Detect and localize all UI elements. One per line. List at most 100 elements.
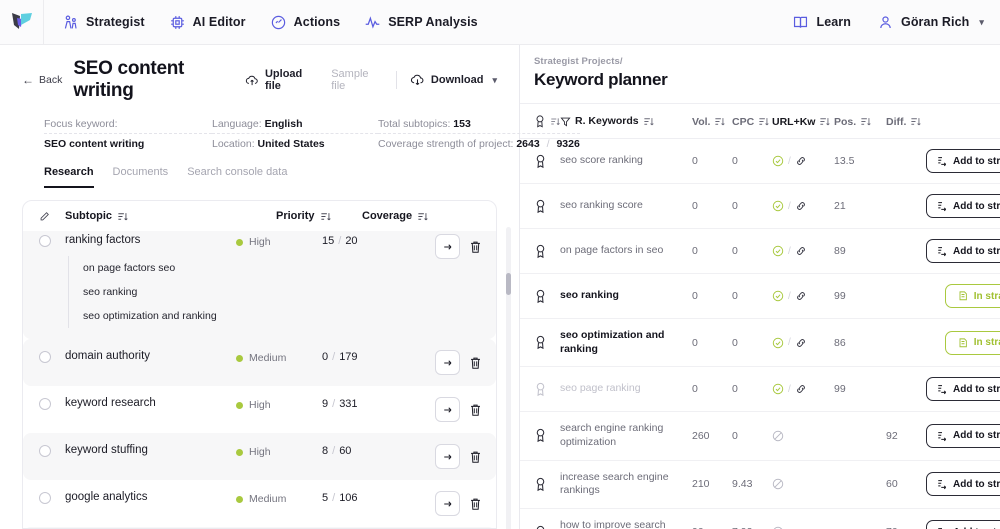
add-to-strategy-button[interactable]: Add to strategy	[926, 194, 1000, 218]
keyword-rank-cell[interactable]	[534, 154, 560, 169]
open-subtopic-button[interactable]	[435, 234, 460, 259]
keyword-rank-cell[interactable]	[534, 525, 560, 529]
table-row[interactable]: keyword research High 9/331	[23, 386, 496, 433]
edit-column-header[interactable]	[39, 211, 65, 222]
list-item[interactable]: on page factors seo	[68, 256, 236, 280]
header-actions: Upload file Sample file Download ▾	[245, 68, 497, 92]
table-row[interactable]: domain authority Medium 0/179	[23, 339, 496, 386]
keyword-action-cell: Add to strategy	[926, 239, 1000, 263]
open-subtopic-button[interactable]	[435, 491, 460, 516]
header-diff[interactable]: Diff.	[886, 116, 926, 128]
add-to-strategy-button[interactable]: Add to strategy	[926, 149, 1000, 173]
learn-button[interactable]: Learn	[792, 14, 851, 31]
keyword-cpc: 0	[732, 383, 738, 396]
nav-label-strategist: Strategist	[86, 15, 145, 29]
table-row[interactable]: meta descriptionsHigh4/348	[23, 527, 496, 528]
strategist-icon	[64, 15, 77, 29]
add-to-strategy-button[interactable]: Add to strategy	[926, 377, 1000, 402]
keyword-position: 21	[834, 200, 846, 212]
header-url-kw[interactable]: URL+Kw	[772, 116, 834, 128]
link-icon	[796, 157, 805, 165]
delete-subtopic-button[interactable]	[469, 450, 482, 464]
delete-subtopic-button[interactable]	[469, 240, 482, 254]
coverage-total: 106	[339, 492, 358, 504]
row-radio[interactable]	[39, 492, 51, 504]
add-to-strategy-button[interactable]: Add to strategy	[926, 423, 1000, 448]
keyword-rank-cell[interactable]	[534, 382, 560, 397]
row-radio[interactable]	[39, 398, 51, 410]
in-strategy-badge[interactable]: In strategy	[944, 330, 1000, 355]
breadcrumb[interactable]: Strategist Projects/	[534, 56, 667, 67]
keyword-rank-cell[interactable]	[534, 244, 560, 259]
keyword-link-button[interactable]	[795, 155, 807, 167]
sample-file-label[interactable]: Sample file	[331, 68, 383, 92]
delete-subtopic-button[interactable]	[469, 497, 482, 511]
add-to-strategy-button[interactable]: Add to strategy	[926, 239, 1000, 263]
keyword-link-button[interactable]	[795, 383, 807, 395]
header-vol-label: Vol.	[692, 115, 711, 128]
header-cpc[interactable]: CPC	[732, 116, 772, 128]
subtopics-scrollbar[interactable]	[506, 227, 511, 529]
keyword-rank-cell[interactable]	[534, 199, 560, 214]
add-to-strategy-button[interactable]: Add to strategy	[926, 472, 1000, 497]
table-row[interactable]: search engine ranking optimization 260 0 92…	[520, 412, 1000, 461]
nav-item-serp-analysis[interactable]: SERP Analysis	[364, 14, 478, 31]
keyword-rank-cell[interactable]	[534, 335, 560, 350]
nav-item-strategist[interactable]: Strategist	[62, 14, 145, 31]
row-actions	[420, 444, 482, 469]
total-subtopics-label: Total subtopics:	[378, 118, 451, 130]
table-row[interactable]: seo ranking 0 0 / 99 In strategy	[520, 274, 1000, 319]
table-row[interactable]: ranking factors on page factors seo seo ra…	[23, 223, 496, 339]
tab-search-console-data[interactable]: Search console data	[187, 166, 287, 188]
in-strategy-badge[interactable]: In strategy	[944, 284, 1000, 308]
keyword-rank-cell[interactable]	[534, 289, 560, 304]
sort-icon	[643, 118, 654, 126]
table-row[interactable]: seo ranking score 0 0 / 21 Add to strategy	[520, 184, 1000, 229]
table-row[interactable]: how to improve search engine ranking907.…	[520, 509, 1000, 529]
user-menu[interactable]: Göran Rich ▾	[877, 14, 984, 31]
header-coverage[interactable]: Coverage	[362, 210, 482, 222]
header-priority[interactable]: Priority	[276, 210, 362, 222]
trash-icon	[471, 357, 480, 369]
keyword-rank-cell[interactable]	[534, 477, 560, 492]
table-row[interactable]: on page factors in seo 0 0 / 89 Add to strate…	[520, 229, 1000, 274]
row-radio[interactable]	[39, 351, 51, 363]
open-subtopic-button[interactable]	[435, 350, 460, 375]
keyword-url-kw: /	[772, 245, 834, 257]
open-subtopic-button[interactable]	[435, 397, 460, 422]
subtopics-scrollbar-thumb[interactable]	[506, 273, 511, 295]
table-row[interactable]: keyword stuffing High 8/60	[23, 433, 496, 480]
table-row[interactable]: seo page ranking 0 0 / 99 Add to strategy	[520, 367, 1000, 413]
table-row[interactable]: seo optimization and ranking 0 0 / 86 In stra…	[520, 319, 1000, 368]
keyword-link-button[interactable]	[795, 200, 807, 212]
delete-subtopic-button[interactable]	[469, 356, 482, 370]
keyword-link-button[interactable]	[795, 245, 807, 257]
open-subtopic-button[interactable]	[435, 444, 460, 469]
add-to-strategy-button[interactable]: Add to strategy	[926, 520, 1000, 529]
row-select-cell	[39, 444, 65, 457]
list-item[interactable]: seo ranking	[68, 280, 236, 304]
link-icon	[796, 292, 805, 300]
download-button[interactable]: Download ▾	[410, 73, 497, 88]
back-button[interactable]: ← Back	[22, 73, 62, 87]
list-item[interactable]: seo optimization and ranking	[68, 304, 236, 328]
header-pos[interactable]: Pos.	[834, 116, 886, 128]
upload-file-label: Upload file	[264, 68, 303, 92]
table-row[interactable]: increase search engine rankings 210 9.43 60…	[520, 461, 1000, 509]
row-radio[interactable]	[39, 445, 51, 457]
upload-file-button[interactable]: Upload file	[245, 68, 318, 92]
keyword-rank-cell[interactable]	[534, 428, 560, 443]
row-radio[interactable]	[39, 235, 51, 247]
delete-subtopic-button[interactable]	[469, 403, 482, 417]
app-logo[interactable]	[0, 0, 44, 44]
nav-item-actions[interactable]: Actions	[270, 14, 341, 31]
header-subtopic[interactable]: Subtopic	[65, 210, 276, 222]
table-row[interactable]: seo score ranking 0 0 / 13.5 Add to strategy	[520, 139, 1000, 184]
keyword-link-button[interactable]	[795, 337, 807, 349]
tab-documents[interactable]: Documents	[113, 166, 169, 188]
keyword-link-button[interactable]	[795, 290, 807, 302]
header-vol[interactable]: Vol.	[692, 116, 732, 128]
nav-item-ai-editor[interactable]: AI Editor	[169, 14, 246, 31]
table-row[interactable]: google analytics Medium 5/106	[23, 480, 496, 527]
tab-research[interactable]: Research	[44, 166, 94, 188]
